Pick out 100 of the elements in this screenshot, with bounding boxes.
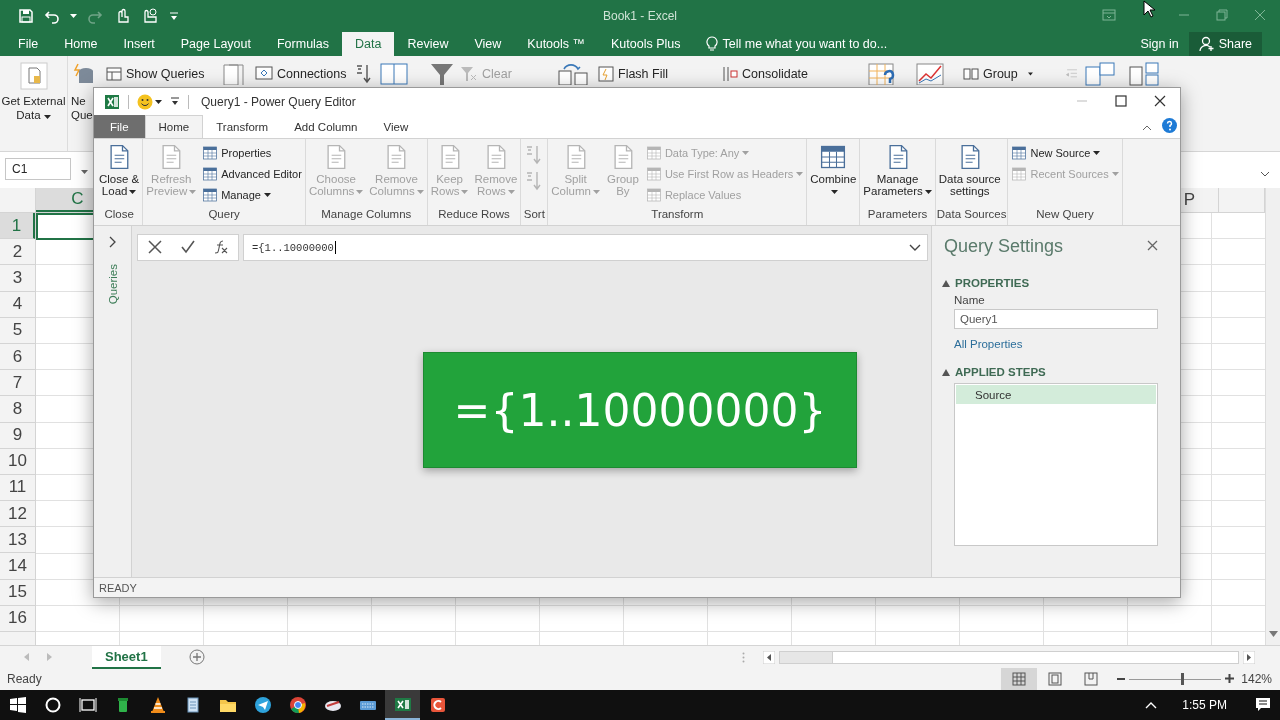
undo-button[interactable] xyxy=(44,8,60,24)
save-icon xyxy=(18,8,34,24)
row-header[interactable]: 6 xyxy=(0,343,35,371)
clock[interactable]: 1:55 PM xyxy=(1182,698,1227,712)
insert-function-button[interactable] xyxy=(214,239,229,256)
get-external-data-button[interactable]: Get External Data xyxy=(1,94,66,122)
plus-icon xyxy=(188,649,205,665)
group-label: Reduce Rows xyxy=(437,208,511,223)
ribbon-button[interactable]: Properties xyxy=(202,143,302,162)
maximize-button[interactable] xyxy=(1115,94,1127,109)
table-icon xyxy=(106,66,122,82)
ribbon-tab[interactable]: Formulas xyxy=(263,32,343,56)
row-header[interactable]: 7 xyxy=(0,370,35,397)
ribbon-button[interactable]: Manage xyxy=(202,185,302,204)
scroll-right-icon xyxy=(47,653,52,661)
ribbon-command[interactable]: Group xyxy=(963,63,1018,85)
row-header[interactable]: 13 xyxy=(0,527,35,554)
person-icon xyxy=(1198,36,1215,52)
ribbon-tab[interactable]: Home xyxy=(144,115,204,138)
sign-in-link[interactable]: Sign in xyxy=(1130,32,1189,56)
formula-field[interactable]: ={1..10000000 xyxy=(243,234,928,261)
ribbon-tab[interactable]: Home xyxy=(51,32,111,56)
flash-fill-icon xyxy=(598,66,614,82)
ribbon-button[interactable]: Manage Parameters xyxy=(861,141,934,199)
row-header[interactable]: 12 xyxy=(0,501,35,528)
row-header[interactable]: 4 xyxy=(0,291,35,318)
horizontal-scrollbar[interactable] xyxy=(779,650,1239,664)
name-box[interactable]: C1 xyxy=(5,158,71,180)
taskbar-app[interactable] xyxy=(385,690,420,720)
queries-pane-label[interactable]: Queries xyxy=(106,264,119,305)
forecast-icon xyxy=(916,63,944,85)
ribbon-button[interactable]: Advanced Editor xyxy=(202,164,302,183)
zoom-in-button[interactable] xyxy=(1225,672,1234,686)
ribbon-tab[interactable]: Page Layout xyxy=(167,32,264,56)
ribbon-tab[interactable]: Data xyxy=(342,32,395,56)
maximize-icon xyxy=(1115,94,1127,107)
feedback-button[interactable] xyxy=(137,93,162,110)
lightbulb-icon xyxy=(705,36,718,52)
row-header[interactable]: 5 xyxy=(0,317,35,344)
row-header[interactable]: 9 xyxy=(0,422,35,449)
ribbon-tab[interactable]: Kutools Plus xyxy=(598,32,694,56)
confirm-button[interactable] xyxy=(181,239,195,256)
panel-title: Query Settings xyxy=(944,236,1064,257)
filter-icon xyxy=(430,63,454,85)
section-heading[interactable]: APPLIED STEPS xyxy=(955,366,1046,378)
save-button[interactable] xyxy=(18,8,34,24)
new-query-button[interactable]: Ne Que xyxy=(71,94,93,122)
group-label: Query xyxy=(207,208,241,223)
ribbon-tab[interactable]: Review xyxy=(394,32,462,56)
spreadsheet-icon xyxy=(394,698,411,711)
row-header[interactable]: 14 xyxy=(0,553,35,580)
help-button[interactable] xyxy=(1162,118,1177,135)
ribbon-tab[interactable]: Add Column xyxy=(281,115,371,138)
expand-queries-button[interactable] xyxy=(108,236,117,250)
function-icon xyxy=(214,239,229,254)
close-icon xyxy=(1254,9,1266,21)
ribbon-button[interactable]: Combine xyxy=(808,141,859,199)
sort-icon xyxy=(526,145,543,165)
group-label: Data Sources xyxy=(936,208,1007,223)
row-header[interactable]: 2 xyxy=(0,239,35,266)
normal-view-button[interactable] xyxy=(1001,668,1037,690)
name-field[interactable]: Query1 xyxy=(954,309,1158,329)
customize-icon xyxy=(170,95,180,106)
row-header[interactable]: 8 xyxy=(0,396,35,423)
zoom-level[interactable]: 142% xyxy=(1234,672,1280,686)
row-header[interactable]: 1 xyxy=(0,213,35,240)
clear-filter-icon xyxy=(460,66,478,82)
ribbon-button[interactable]: New Source xyxy=(1011,143,1119,162)
close-button[interactable] xyxy=(1154,94,1166,109)
cancel-button[interactable] xyxy=(147,239,162,256)
new-sheet-button[interactable] xyxy=(188,649,205,665)
row-header[interactable]: 3 xyxy=(0,265,35,292)
ribbon-command[interactable]: Connections xyxy=(255,63,347,85)
ribbon-tab[interactable]: File xyxy=(0,32,52,56)
step-item[interactable]: Source xyxy=(956,385,1156,404)
ribbon-command[interactable]: Show Queries xyxy=(106,63,205,85)
row-header[interactable]: 15 xyxy=(0,579,35,606)
all-properties-link[interactable]: All Properties xyxy=(954,338,1023,350)
customize-button[interactable] xyxy=(169,11,179,21)
ribbon-command[interactable]: Consolidate xyxy=(722,63,808,85)
ribbon-tab[interactable]: File xyxy=(94,115,145,138)
row-header[interactable]: 10 xyxy=(0,448,35,475)
table-icon xyxy=(1011,165,1028,182)
ribbon-tab[interactable]: View xyxy=(370,115,422,138)
ribbon-tab[interactable]: View xyxy=(461,32,515,56)
notepad-icon xyxy=(187,697,198,713)
sheet-tab[interactable]: Sheet1 xyxy=(92,645,161,669)
row-header[interactable]: 16 xyxy=(0,605,35,632)
ribbon-tab[interactable]: Kutools ™ xyxy=(514,32,598,56)
slider-thumb[interactable] xyxy=(1181,673,1185,685)
ribbon-tab[interactable]: Transform xyxy=(203,115,282,138)
tell-me-field[interactable]: Tell me what you want to do... xyxy=(722,37,888,51)
ribbon-command[interactable]: Flash Fill xyxy=(598,63,668,85)
page-icon xyxy=(1048,672,1062,686)
share-button[interactable]: Share xyxy=(1188,32,1262,56)
ribbon-button[interactable]: Data source settings xyxy=(936,141,1003,199)
ribbon-tab[interactable]: Insert xyxy=(110,32,168,56)
row-header[interactable]: 11 xyxy=(0,474,35,502)
quick-access-button[interactable] xyxy=(141,7,159,25)
section-heading[interactable]: PROPERTIES xyxy=(955,277,1030,289)
